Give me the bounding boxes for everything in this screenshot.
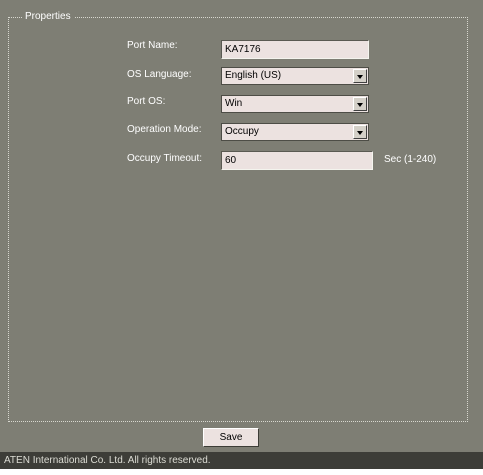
- footer-copyright: ATEN International Co. Ltd. All rights r…: [0, 452, 483, 469]
- chevron-down-icon[interactable]: [353, 125, 367, 139]
- properties-panel: Properties Port Name: KA7176 OS Language…: [0, 0, 483, 452]
- port-os-label: Port OS:: [127, 96, 166, 107]
- chevron-down-icon[interactable]: [353, 69, 367, 83]
- port-name-label: Port Name:: [127, 40, 178, 51]
- port-os-select[interactable]: Win: [221, 95, 369, 113]
- chevron-down-icon[interactable]: [353, 97, 367, 111]
- operation-mode-label: Operation Mode:: [127, 124, 202, 135]
- os-language-value: English (US): [225, 70, 282, 81]
- bottom-strip: [0, 469, 483, 475]
- save-button[interactable]: Save: [203, 428, 259, 447]
- os-language-select[interactable]: English (US): [221, 67, 369, 85]
- operation-mode-value: Occupy: [225, 126, 259, 137]
- occupy-timeout-field[interactable]: 60: [221, 151, 373, 170]
- occupy-timeout-range: Sec (1-240): [384, 154, 437, 165]
- port-name-field[interactable]: KA7176: [221, 40, 369, 59]
- port-os-value: Win: [225, 98, 243, 109]
- os-language-label: OS Language:: [127, 69, 192, 80]
- occupy-timeout-label: Occupy Timeout:: [127, 153, 203, 164]
- properties-legend: Properties: [22, 10, 74, 24]
- operation-mode-select[interactable]: Occupy: [221, 123, 369, 141]
